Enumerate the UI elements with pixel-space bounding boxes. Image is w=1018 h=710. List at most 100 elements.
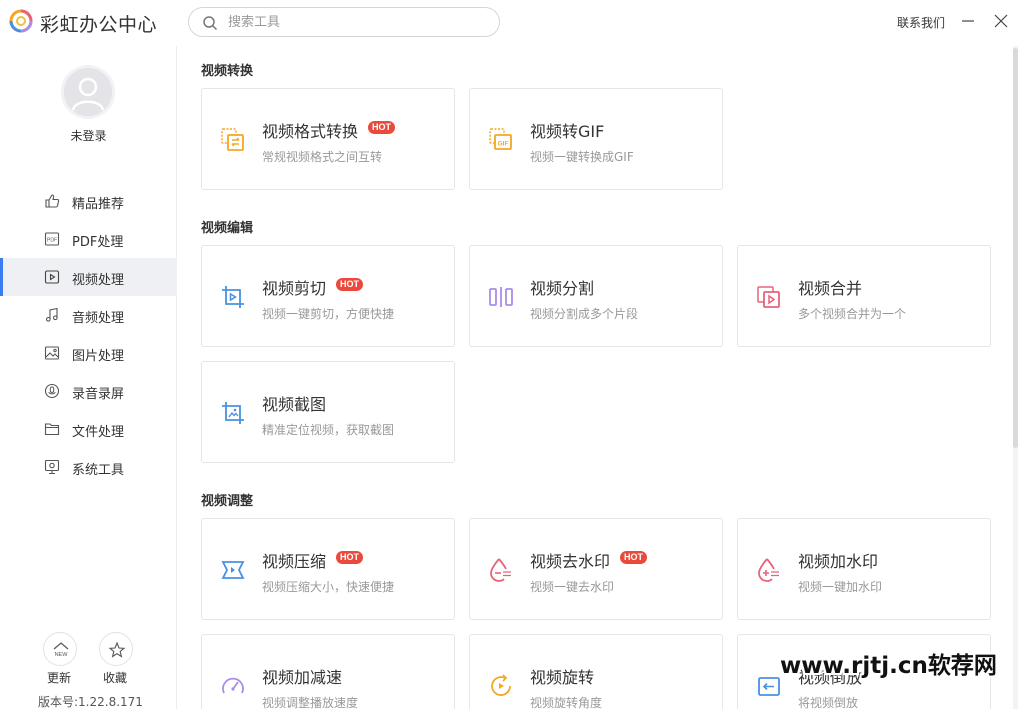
- sidebar-item-image[interactable]: 图片处理: [0, 334, 177, 372]
- card-title: 视频加水印: [798, 552, 879, 571]
- pdf-icon: PDF: [44, 232, 60, 246]
- rotate-icon: [491, 674, 511, 696]
- record-icon: [44, 383, 60, 399]
- update-label[interactable]: 更新: [47, 669, 71, 686]
- reverse-play-icon: [758, 677, 780, 696]
- hot-badge: HOT: [368, 121, 395, 134]
- compress-icon: [221, 561, 245, 579]
- sidebar-item-label: 录音录屏: [72, 387, 125, 402]
- card-description: 视频一键剪切，方便快捷: [262, 307, 395, 321]
- minimize-icon[interactable]: [960, 13, 976, 29]
- section-title: 视频调整: [201, 494, 254, 509]
- sidebar-item-pdf[interactable]: PDF PDF处理: [0, 220, 177, 258]
- app-title: 彩虹办公中心: [40, 14, 158, 36]
- card-description: 视频分割成多个片段: [530, 307, 639, 321]
- search-box[interactable]: [188, 7, 500, 37]
- svg-text:GIF: GIF: [498, 141, 509, 148]
- svg-text:NEW: NEW: [55, 652, 69, 658]
- new-update-icon: NEW: [53, 642, 69, 658]
- card-description: 视频一键加水印: [798, 580, 883, 594]
- tool-card-video-speed[interactable]: 视频加减速 视频调整播放速度: [201, 634, 455, 709]
- speedometer-icon: [222, 677, 244, 694]
- card-title: 视频压缩: [262, 552, 327, 571]
- version-text: 版本号:1.22.8.171: [38, 695, 143, 709]
- sidebar-item-label: 文件处理: [72, 425, 125, 440]
- video-icon: [44, 270, 60, 284]
- search-input[interactable]: [228, 12, 488, 32]
- add-watermark-icon: [758, 558, 779, 582]
- remove-watermark-icon: [490, 558, 511, 582]
- split-icon: [489, 287, 513, 307]
- close-icon[interactable]: [993, 13, 1009, 29]
- update-button[interactable]: NEW: [43, 632, 77, 666]
- sidebar-item-recommended[interactable]: 精品推荐: [0, 182, 177, 220]
- sidebar-item-label: 视频处理: [72, 273, 125, 288]
- hot-badge: HOT: [620, 551, 647, 564]
- monitor-gear-icon: [44, 459, 60, 475]
- gif-icon: GIF: [489, 128, 512, 150]
- crop-video-icon: [222, 286, 244, 308]
- sidebar-item-label: 系统工具: [72, 463, 125, 478]
- hot-badge: HOT: [336, 278, 363, 291]
- card-title: 视频去水印: [530, 552, 611, 571]
- scrollbar-thumb[interactable]: [1013, 48, 1018, 448]
- card-title: 视频合并: [798, 279, 863, 298]
- tool-card-video-merge[interactable]: 视频合并 多个视频合并为一个: [737, 245, 991, 347]
- main-content: 视频转换 视频格式转换 HOT 常规视频格式之间互转 GIF 视频转GIF 视频…: [177, 46, 1018, 709]
- screenshot-icon: [222, 402, 244, 424]
- card-description: 视频压缩大小，快速便捷: [262, 580, 395, 594]
- tool-card-video-screenshot[interactable]: 视频截图 精准定位视频，获取截图: [201, 361, 455, 463]
- card-description: 视频一键转换成GIF: [530, 150, 634, 164]
- section-title: 视频转换: [201, 64, 254, 79]
- sidebar-item-label: 图片处理: [72, 349, 125, 364]
- login-status[interactable]: 未登录: [0, 127, 177, 144]
- favorite-label[interactable]: 收藏: [103, 669, 127, 686]
- card-title: 视频加减速: [262, 668, 343, 687]
- tool-card-add-watermark[interactable]: 视频加水印 视频一键加水印: [737, 518, 991, 620]
- tool-card-video-format-convert[interactable]: 视频格式转换 HOT 常规视频格式之间互转: [201, 88, 455, 190]
- sidebar-item-system[interactable]: 系统工具: [0, 448, 177, 486]
- sidebar-item-file[interactable]: 文件处理: [0, 410, 177, 448]
- site-watermark: www.rjtj.cn软荐网: [780, 653, 997, 679]
- card-description: 视频一键去水印: [530, 580, 615, 594]
- thumbs-up-icon: [45, 194, 60, 208]
- tool-card-video-to-gif[interactable]: GIF 视频转GIF 视频一键转换成GIF: [469, 88, 723, 190]
- card-description: 常规视频格式之间互转: [262, 150, 383, 164]
- star-icon: [108, 641, 126, 658]
- sidebar-item-label: 精品推荐: [72, 197, 125, 212]
- card-description: 多个视频合并为一个: [798, 307, 907, 321]
- rainbow-logo-icon: [9, 9, 33, 33]
- folder-icon: [44, 423, 60, 436]
- card-title: 视频截图: [262, 395, 327, 414]
- section-title: 视频编辑: [201, 221, 254, 236]
- search-icon: [203, 16, 218, 31]
- contact-us-link[interactable]: 联系我们: [897, 14, 945, 31]
- tool-card-remove-watermark[interactable]: 视频去水印 HOT 视频一键去水印: [469, 518, 723, 620]
- card-description: 将视频倒放: [798, 696, 859, 709]
- sidebar-item-label: PDF处理: [72, 235, 124, 250]
- favorite-button[interactable]: [99, 632, 133, 666]
- avatar[interactable]: [61, 65, 115, 119]
- tool-card-video-compress[interactable]: 视频压缩 HOT 视频压缩大小，快速便捷: [201, 518, 455, 620]
- sidebar-item-audio[interactable]: 音频处理: [0, 296, 177, 334]
- sidebar-nav: 精品推荐 PDF PDF处理 视频处理 音频处理 图片处理 录音录屏 文件处理 …: [0, 182, 177, 486]
- card-title: 视频剪切: [262, 279, 327, 298]
- video-convert-icon: [221, 128, 244, 151]
- card-description: 精准定位视频，获取截图: [262, 423, 395, 437]
- tool-card-video-cut[interactable]: 视频剪切 HOT 视频一键剪切，方便快捷: [201, 245, 455, 347]
- card-description: 视频调整播放速度: [262, 696, 359, 709]
- tool-card-video-split[interactable]: 视频分割 视频分割成多个片段: [469, 245, 723, 347]
- sidebar-item-label: 音频处理: [72, 311, 125, 326]
- sidebar-item-record[interactable]: 录音录屏: [0, 372, 177, 410]
- sidebar: 未登录 精品推荐 PDF PDF处理 视频处理 音频处理 图片处理 录音录屏 文…: [0, 46, 177, 709]
- svg-text:PDF: PDF: [47, 238, 57, 244]
- user-icon: [71, 77, 105, 111]
- sidebar-item-video[interactable]: 视频处理: [0, 258, 177, 296]
- hot-badge: HOT: [336, 551, 363, 564]
- card-title: 视频转GIF: [530, 122, 605, 141]
- tool-card-video-rotate[interactable]: 视频旋转 视频旋转角度: [469, 634, 723, 709]
- title-bar: 彩虹办公中心 联系我们: [0, 0, 1018, 46]
- image-icon: [44, 346, 60, 360]
- music-note-icon: [45, 307, 58, 322]
- card-title: 视频分割: [530, 279, 595, 298]
